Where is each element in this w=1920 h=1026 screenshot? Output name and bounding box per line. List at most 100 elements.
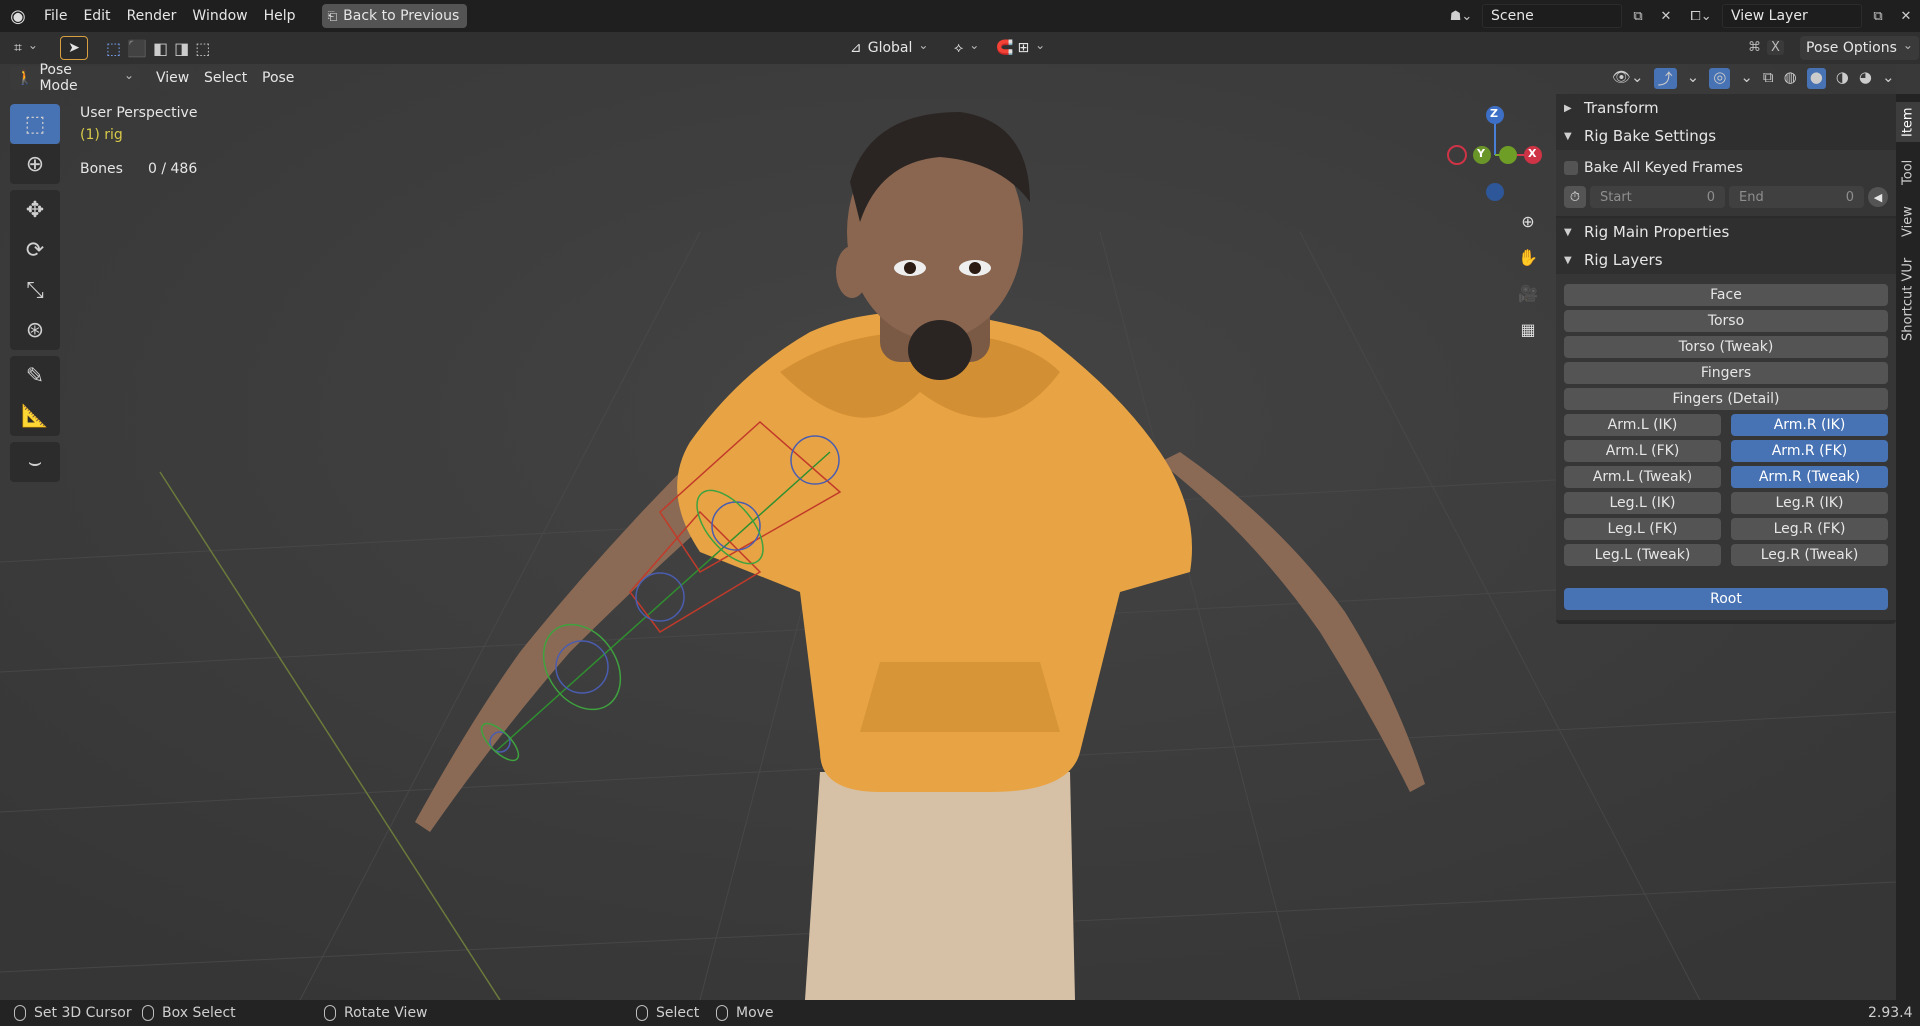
shading-options-icon[interactable]: ⌄ — [1882, 68, 1895, 89]
tab-tool[interactable]: Tool — [1896, 152, 1920, 192]
layer-pair-row: Leg.L (Tweak) Leg.R (Tweak) — [1564, 544, 1888, 570]
view-layer-icon[interactable]: ⧠⌄ — [1684, 4, 1718, 28]
layer-arm-l-fk-button[interactable]: Arm.L (FK) — [1564, 440, 1721, 462]
select-new-icon[interactable]: ⬚ — [106, 39, 121, 58]
transform-tool-icon[interactable]: ⊛ — [10, 310, 60, 350]
scale-tool-icon[interactable]: ⤡ — [10, 270, 60, 310]
move-tool-icon[interactable]: ✥ — [10, 190, 60, 230]
layer-arm-r-fk-button[interactable]: Arm.R (FK) — [1731, 440, 1888, 462]
select-extend-icon[interactable]: ⬛ — [127, 39, 147, 58]
expanded-triangle-icon: ▼ — [1564, 254, 1572, 266]
layer-arm-l-tweak-button[interactable]: Arm.L (Tweak) — [1564, 466, 1721, 488]
layer-leg-l-fk-button[interactable]: Leg.L (FK) — [1564, 518, 1721, 540]
rig-main-panel-header[interactable]: ▼ Rig Main Properties — [1556, 218, 1896, 246]
menu-window[interactable]: Window — [184, 4, 255, 28]
delete-scene-icon[interactable]: ✕ — [1654, 4, 1678, 28]
layer-leg-r-fk-button[interactable]: Leg.R (FK) — [1731, 518, 1888, 540]
layer-leg-l-ik-button[interactable]: Leg.L (IK) — [1564, 492, 1721, 514]
select-intersect-icon[interactable]: ⬚ — [195, 39, 210, 58]
visibility-eye-icon[interactable]: 👁⌄ — [1612, 68, 1644, 89]
solid-shading-icon[interactable]: ● — [1806, 68, 1826, 89]
mirror-x-toggle[interactable]: X — [1767, 40, 1784, 55]
annotate-tool-icon[interactable]: ✎ — [10, 356, 60, 396]
select-menu[interactable]: Select — [198, 66, 254, 90]
bake-all-checkbox[interactable] — [1564, 161, 1578, 175]
select-invert-icon[interactable]: ◨ — [174, 39, 189, 58]
pose-breakdown-tool-icon[interactable]: ⌣ — [10, 442, 60, 482]
camera-view-icon[interactable]: 🎥 — [1513, 278, 1543, 308]
snapping-controls[interactable]: 🧲 ⊞ — [990, 36, 1051, 60]
end-frame-field[interactable]: End 0 — [1729, 186, 1864, 208]
orientation-label: Global — [868, 40, 929, 56]
layer-arm-r-ik-button[interactable]: Arm.R (IK) — [1731, 414, 1888, 436]
editor-type-icon: ⌗ — [14, 40, 22, 56]
start-frame-label: Start — [1600, 189, 1632, 205]
select-tool-icon[interactable]: ➤ — [60, 36, 88, 60]
layer-leg-l-tweak-button[interactable]: Leg.L (Tweak) — [1564, 544, 1721, 566]
cursor-tool-icon[interactable]: ⊕ — [10, 144, 60, 184]
menu-render[interactable]: Render — [119, 4, 185, 28]
mouse-left-icon — [14, 1005, 26, 1021]
layer-leg-r-ik-button[interactable]: Leg.R (IK) — [1731, 492, 1888, 514]
end-frame-value: 0 — [1845, 189, 1854, 205]
stopwatch-icon[interactable]: ⏱ — [1564, 186, 1586, 208]
status-select: Select — [636, 1005, 699, 1021]
tab-shortcut-vur[interactable]: Shortcut VUr — [1896, 254, 1920, 344]
gizmo-toggle-icon[interactable]: ⤴ — [1653, 68, 1677, 89]
rig-layers-panel-header[interactable]: ▼ Rig Layers — [1556, 246, 1896, 274]
scene-icon[interactable]: ☗⌄ — [1444, 4, 1478, 28]
transform-orientation-dropdown[interactable]: ⊿ Global — [844, 36, 934, 60]
transform-panel-header[interactable]: ▶ Transform — [1556, 94, 1896, 122]
navigation-gizmo[interactable]: Z X Y — [1440, 100, 1550, 210]
overlays-toggle-icon[interactable]: ◎ — [1709, 68, 1731, 89]
pose-options-dropdown[interactable]: Pose Options — [1800, 36, 1919, 60]
pivot-point-dropdown[interactable]: ⟡ — [948, 36, 985, 60]
new-scene-icon[interactable]: ⧉ — [1626, 4, 1650, 28]
menu-edit[interactable]: Edit — [75, 4, 118, 28]
xray-toggle-icon[interactable]: ⧉ — [1763, 68, 1774, 89]
delete-view-layer-icon[interactable]: ✕ — [1894, 4, 1918, 28]
zoom-icon[interactable]: ⊕ — [1513, 206, 1543, 236]
scene-field[interactable]: Scene — [1482, 4, 1622, 28]
layer-arm-l-ik-button[interactable]: Arm.L (IK) — [1564, 414, 1721, 436]
layer-face-button[interactable]: Face — [1564, 284, 1888, 306]
material-shading-icon[interactable]: ◑ — [1836, 68, 1849, 89]
start-frame-field[interactable]: Start 0 — [1590, 186, 1725, 208]
view-layer-field[interactable]: View Layer — [1722, 4, 1862, 28]
gizmo-dropdown-icon[interactable]: ⌄ — [1687, 68, 1700, 89]
select-subtract-icon[interactable]: ◧ — [153, 39, 168, 58]
blender-logo-icon[interactable]: ◉ — [0, 0, 36, 32]
rotate-tool-icon[interactable]: ⟳ — [10, 230, 60, 270]
layer-fingers-detail-button[interactable]: Fingers (Detail) — [1564, 388, 1888, 410]
view-menu[interactable]: View — [150, 66, 196, 90]
snap-target-icon: ⊞ — [1017, 40, 1045, 56]
ortho-toggle-icon[interactable]: ▦ — [1513, 314, 1543, 344]
tab-view[interactable]: View — [1896, 202, 1920, 242]
new-view-layer-icon[interactable]: ⧉ — [1866, 4, 1890, 28]
gizmo-z-label: Z — [1490, 107, 1498, 120]
select-box-tool-icon[interactable]: ⬚ — [10, 104, 60, 144]
pose-menu[interactable]: Pose — [256, 66, 301, 90]
layer-torso-tweak-button[interactable]: Torso (Tweak) — [1564, 336, 1888, 358]
mirror-icon[interactable]: ⌘ — [1748, 40, 1761, 55]
editor-type-dropdown[interactable]: ⌗ — [8, 36, 44, 60]
menu-file[interactable]: File — [36, 4, 75, 28]
overlays-dropdown-icon[interactable]: ⌄ — [1740, 68, 1753, 89]
mode-dropdown[interactable]: 🚶 Pose Mode — [10, 62, 140, 94]
measure-tool-icon[interactable]: 📐 — [10, 396, 60, 436]
layer-torso-button[interactable]: Torso — [1564, 310, 1888, 332]
tab-item[interactable]: Item — [1896, 102, 1920, 142]
pan-hand-icon[interactable]: ✋ — [1513, 242, 1543, 272]
bake-action-icon[interactable]: ◀ — [1868, 187, 1888, 207]
layer-root-button[interactable]: Root — [1564, 588, 1888, 610]
back-to-previous-button[interactable]: ⎗ Back to Previous — [321, 4, 468, 28]
mode-label: Pose Mode — [39, 62, 78, 94]
sidebar-tabs: Item Tool View Shortcut VUr — [1896, 94, 1920, 1000]
rendered-shading-icon[interactable]: ◕ — [1859, 68, 1872, 89]
layer-fingers-button[interactable]: Fingers — [1564, 362, 1888, 384]
rig-bake-panel-header[interactable]: ▼ Rig Bake Settings — [1556, 122, 1896, 150]
wireframe-shading-icon[interactable]: ◍ — [1784, 68, 1797, 89]
layer-leg-r-tweak-button[interactable]: Leg.R (Tweak) — [1731, 544, 1888, 566]
menu-help[interactable]: Help — [256, 4, 304, 28]
layer-arm-r-tweak-button[interactable]: Arm.R (Tweak) — [1731, 466, 1888, 488]
